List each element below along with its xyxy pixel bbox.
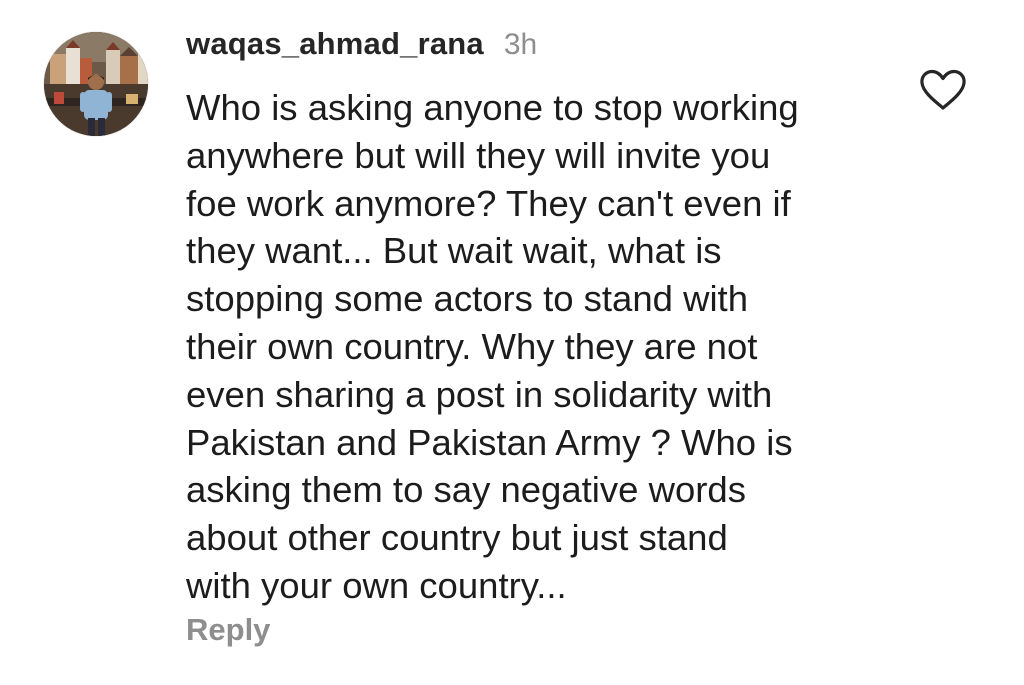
comment-text-line: they want... But wait wait, what is xyxy=(186,230,722,272)
comment-text-line: about other country but just stand xyxy=(186,517,728,559)
comment-text-line: stopping some actors to stand with xyxy=(186,278,748,320)
comment-header: waqas_ahmad_rana 3h xyxy=(186,26,537,70)
avatar[interactable] xyxy=(44,32,148,136)
like-button[interactable] xyxy=(918,68,968,112)
username-link[interactable]: waqas_ahmad_rana xyxy=(186,26,484,62)
comment-text-line: anywhere but will they will invite you xyxy=(186,134,771,176)
avatar-photo xyxy=(44,32,148,136)
comment-text-line: Pakistan and Pakistan Army ? Who is xyxy=(186,421,793,463)
heart-outline-icon xyxy=(920,69,966,110)
comment-text: Who is asking anyone to stop working any… xyxy=(186,84,886,610)
comment-text-line: Who is asking anyone to stop working xyxy=(186,87,799,128)
comment-text-line: even sharing a post in solidarity with xyxy=(186,373,773,415)
comment-text-line: their own country. Why they are not xyxy=(186,325,758,367)
reply-button[interactable]: Reply xyxy=(186,612,270,648)
comment-text-line: foe work anymore? They can't even if xyxy=(186,182,791,224)
comment-timestamp: 3h xyxy=(503,28,538,61)
comment-text-line: asking them to say negative words xyxy=(186,469,746,511)
comment-text-line: with your own country... xyxy=(186,564,567,606)
comment: waqas_ahmad_rana 3h Who is asking anyone… xyxy=(0,0,1024,685)
